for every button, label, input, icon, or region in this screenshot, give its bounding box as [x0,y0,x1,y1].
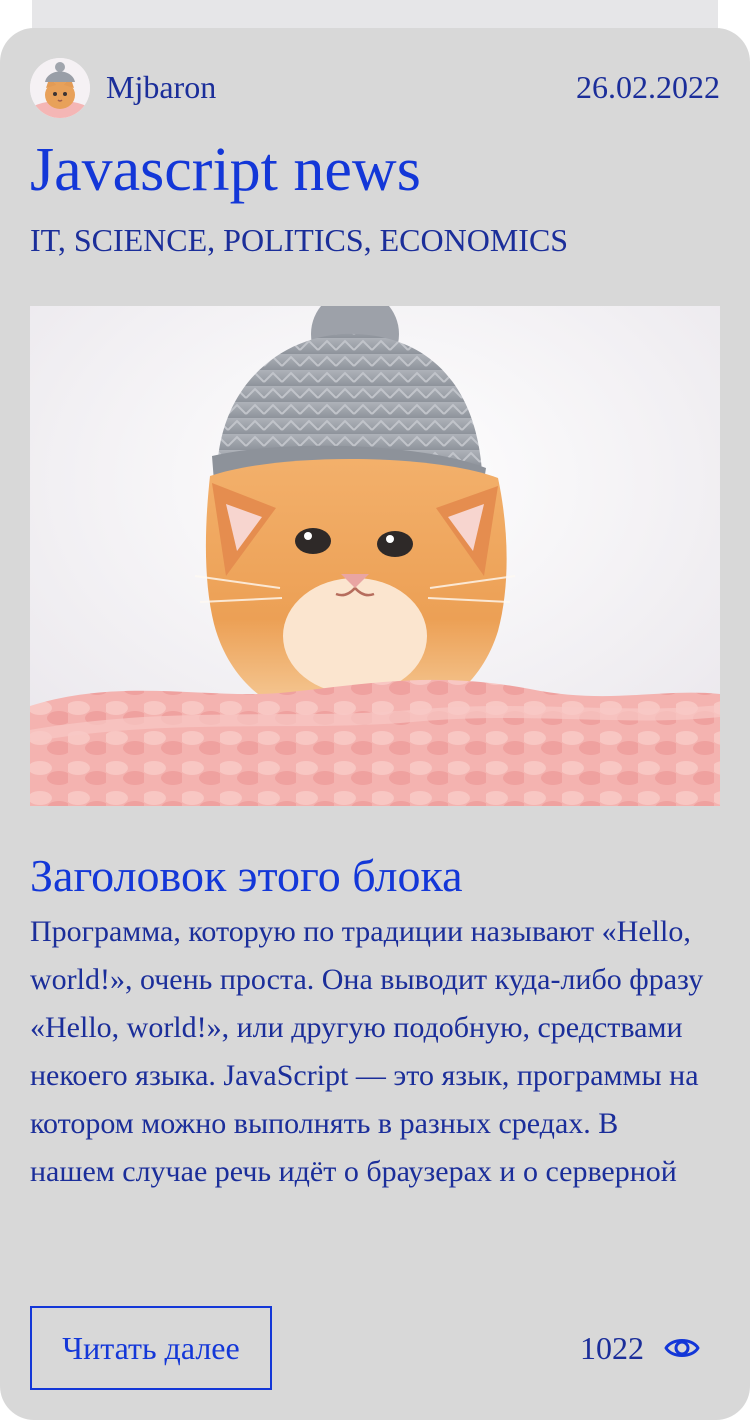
post-title: Javascript news [30,136,421,204]
post-tags: IT, SCIENCE, POLITICS, ECONOMICS [30,222,569,258]
eye-icon [664,1339,700,1357]
block-heading: Заголовок этого блока [30,850,463,901]
post-date: 26.02.2022 [576,69,720,105]
author-name[interactable]: Mjbaron [106,67,216,107]
block-text: Программа, которую по традиции называют … [30,915,704,1188]
author-avatar[interactable] [30,58,90,118]
post-image [30,306,720,806]
post-header: Mjbaron 26.02.2022 [30,58,720,118]
news-card: Mjbaron 26.02.2022 Javascript news IT, S… [0,28,750,1420]
views-count: 1022 [580,1330,644,1366]
views-counter: 1022 [580,1326,700,1370]
read-more-button[interactable]: Читать далее [30,1306,272,1390]
